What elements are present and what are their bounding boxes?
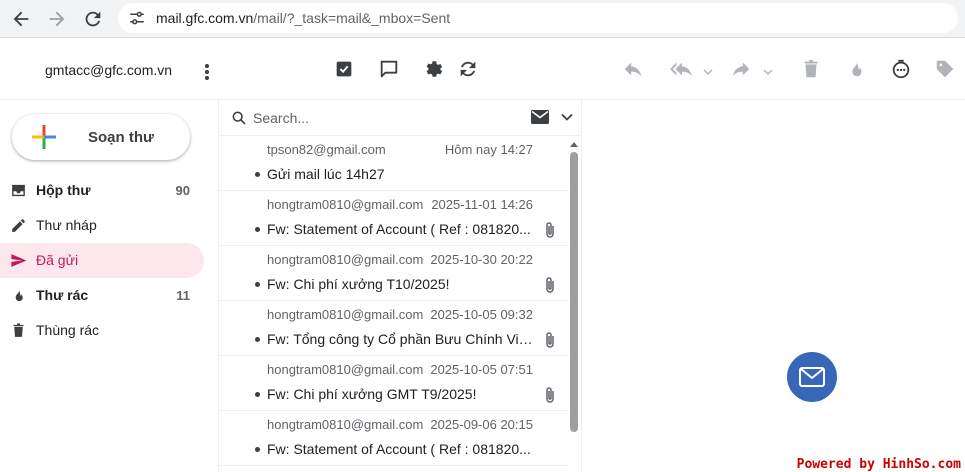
- url-path: /mail/?_task=mail&_mbox=Sent: [253, 10, 451, 26]
- bullet-icon: [255, 172, 260, 177]
- message-subject: Fw: Statement of Account ( Ref : 081820.…: [267, 441, 531, 457]
- bullet-icon: [255, 392, 260, 397]
- forward-arrow-icon[interactable]: [46, 8, 68, 30]
- pencil-icon: [12, 219, 25, 232]
- flame-icon: [15, 288, 23, 302]
- paperclip-icon: [546, 277, 554, 293]
- chevron-down-icon[interactable]: [561, 112, 573, 122]
- message-from: hongtram0810@gmail.com: [267, 362, 424, 377]
- gear-icon[interactable]: [422, 58, 444, 80]
- folder-label: Thùng rác: [36, 322, 100, 338]
- account-name[interactable]: gmtacc@gfc.com.vn: [45, 62, 172, 78]
- compose-button[interactable]: Soạn thư: [12, 114, 190, 160]
- send-icon: [11, 254, 27, 267]
- search-input[interactable]: [253, 106, 513, 130]
- envelope-watermark-icon: [787, 352, 837, 402]
- message-subject: Fw: Chi phí xưởng GMT T9/2025!: [267, 386, 477, 402]
- message-date: 2025-10-05 09:32: [430, 307, 533, 322]
- message-subject: Fw: Chi phí xưởng T10/2025!: [267, 276, 450, 292]
- plus-icon: [32, 125, 56, 149]
- back-arrow-icon[interactable]: [10, 8, 32, 30]
- message-row[interactable]: hongtram0810@gmail.com 2025-10-30 20:22 …: [219, 246, 569, 301]
- message-date: 2025-11-01 14:26: [431, 197, 533, 212]
- spam-icon[interactable]: [845, 58, 867, 80]
- bullet-icon: [255, 282, 260, 287]
- watermark-text: Powered by HinhSo.com: [794, 457, 963, 472]
- message-date: 2025-10-30 20:22: [430, 252, 533, 267]
- message-date: 2025-10-05 07:51: [430, 362, 533, 377]
- folder-count: 90: [175, 183, 190, 198]
- scrollbar-thumb[interactable]: [570, 152, 578, 432]
- more-vertical-icon[interactable]: [200, 62, 214, 82]
- browser-toolbar: mail.gfc.com.vn/mail/?_task=mail&_mbox=S…: [0, 0, 965, 38]
- scroll-up-arrow-icon[interactable]: [569, 140, 579, 148]
- more-icon[interactable]: [890, 58, 912, 80]
- message-subject: Fw: Statement of Account ( Ref : 081820.…: [267, 221, 531, 237]
- compose-label: Soạn thư: [88, 129, 154, 146]
- envelope-icon[interactable]: [531, 110, 549, 124]
- message-list-pane: tpson82@gmail.com Hôm nay 14:27 Gửi mail…: [218, 100, 582, 472]
- paperclip-icon: [546, 332, 554, 348]
- message-row[interactable]: hongtram0810@gmail.com 2025-09-06 20:15 …: [219, 411, 569, 466]
- chat-icon[interactable]: [378, 58, 400, 80]
- search-icon[interactable]: [231, 110, 247, 126]
- paperclip-icon: [546, 387, 554, 403]
- folder-label: Thư nháp: [36, 217, 97, 233]
- inbox-icon: [12, 184, 25, 197]
- reload-icon[interactable]: [82, 8, 104, 30]
- folder-count: 11: [176, 288, 190, 303]
- tag-icon[interactable]: [934, 58, 956, 80]
- bullet-icon: [255, 337, 260, 342]
- message-row[interactable]: hongtram0810@gmail.com 2025-10-05 07:51 …: [219, 356, 569, 411]
- bullet-icon: [255, 227, 260, 232]
- folder-inbox[interactable]: Hộp thư 90: [0, 173, 204, 208]
- forward-icon[interactable]: [730, 58, 752, 80]
- message-from: hongtram0810@gmail.com: [267, 417, 424, 432]
- message-row[interactable]: hongtram0810@gmail.com 2025-10-05 09:32 …: [219, 301, 569, 356]
- url-text: mail.gfc.com.vn/mail/?_task=mail&_mbox=S…: [156, 10, 450, 26]
- folder-label: Hộp thư: [36, 182, 91, 198]
- message-row[interactable]: tpson82@gmail.com Hôm nay 14:27 Gửi mail…: [219, 136, 569, 191]
- trash-icon: [13, 323, 24, 337]
- folder-label: Đã gửi: [36, 252, 79, 268]
- folder-drafts[interactable]: Thư nháp: [0, 208, 204, 243]
- address-bar[interactable]: mail.gfc.com.vn/mail/?_task=mail&_mbox=S…: [118, 3, 958, 33]
- message-from: hongtram0810@gmail.com: [267, 252, 424, 267]
- message-from: hongtram0810@gmail.com: [267, 307, 424, 322]
- reply-icon[interactable]: [622, 58, 644, 80]
- message-subject: Fw: Tổng công ty Cổ phần Bưu Chính Viet.…: [267, 331, 537, 347]
- preview-pane: [583, 100, 965, 472]
- refresh-icon[interactable]: [457, 58, 479, 80]
- message-row[interactable]: hongtram0810@gmail.com 2025-11-01 14:26 …: [219, 191, 569, 246]
- app-header: gmtacc@gfc.com.vn: [0, 40, 965, 100]
- forward-caret-icon[interactable]: [763, 68, 773, 76]
- message-date: Hôm nay 14:27: [444, 142, 533, 157]
- search-bar: [219, 100, 581, 136]
- reply-all-caret-icon[interactable]: [703, 68, 713, 76]
- folder-spam[interactable]: Thư rác 11: [0, 278, 204, 313]
- message-subject: Gửi mail lúc 14h27: [267, 166, 385, 182]
- bullet-icon: [255, 447, 260, 452]
- select-icon[interactable]: [333, 58, 355, 80]
- message-date: 2025-09-06 20:15: [430, 417, 533, 432]
- folder-sent[interactable]: Đã gửi: [0, 243, 204, 278]
- url-host: mail.gfc.com.vn: [156, 10, 254, 26]
- site-settings-icon[interactable]: [128, 9, 146, 27]
- trash-icon[interactable]: [800, 58, 822, 80]
- folder-label: Thư rác: [36, 287, 89, 303]
- message-from: tpson82@gmail.com: [267, 142, 386, 157]
- message-from: hongtram0810@gmail.com: [267, 197, 424, 212]
- reply-all-icon[interactable]: [670, 58, 692, 80]
- sidebar: Soạn thư Hộp thư 90 Thư nháp Đã gửi Thư …: [0, 100, 218, 472]
- paperclip-icon: [546, 222, 554, 238]
- folder-trash[interactable]: Thùng rác: [0, 313, 204, 348]
